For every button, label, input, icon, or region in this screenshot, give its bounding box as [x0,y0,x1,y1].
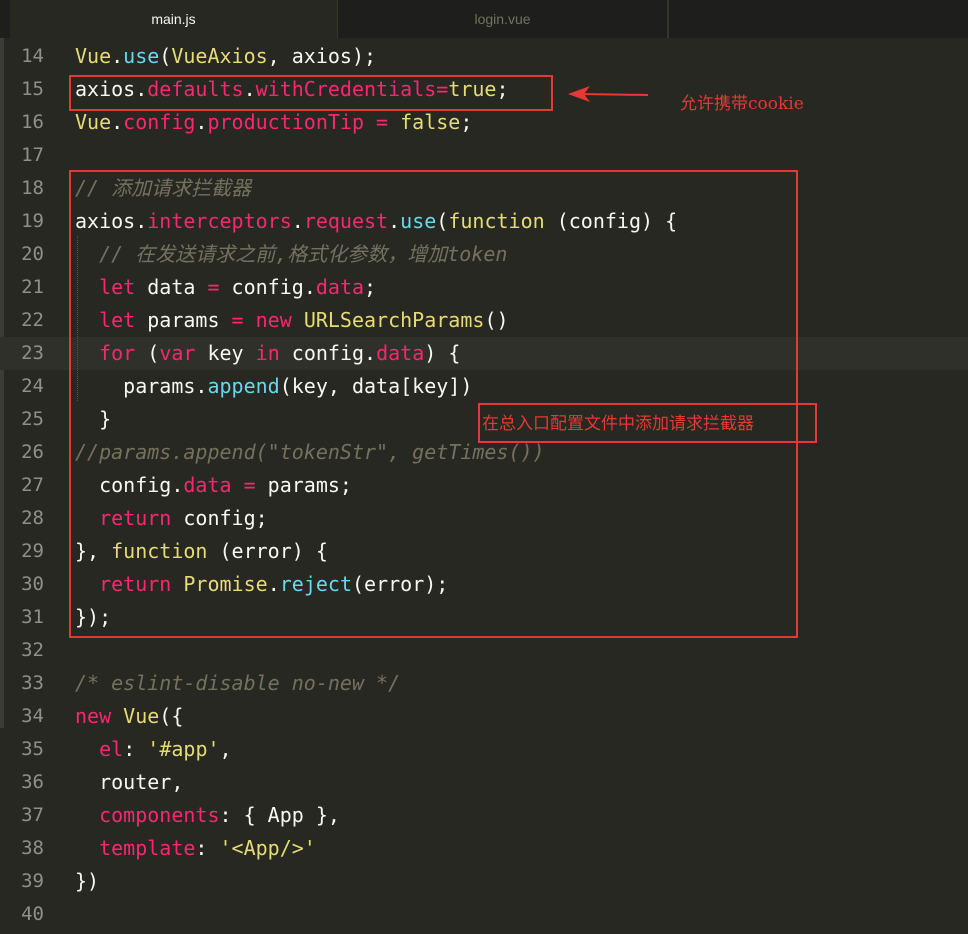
code-text: template: '<App/>' [75,832,316,865]
code-token: , axios); [267,44,377,68]
line-number: 14 [21,45,44,67]
code-token: . [195,110,208,134]
code-text: components: { App }, [75,799,340,832]
tab-bar: main.js login.vue [0,0,968,38]
line-number: 30 [21,573,44,595]
code-token: . [111,110,124,134]
code-line[interactable]: 35 el: '#app', [0,733,968,766]
code-token: . [111,44,124,68]
code-token: Vue [75,110,112,134]
code-line[interactable]: 34 new Vue({ [0,700,968,733]
code-token: router, [75,770,184,794]
tab-bar-empty-area [668,0,968,38]
code-token: el [99,737,124,761]
line-number: 17 [21,144,44,166]
line-number: 25 [21,408,44,430]
code-line[interactable]: 37 components: { App }, [0,799,968,832]
line-number: 37 [21,804,44,826]
code-token: config [123,110,196,134]
code-token: = [364,110,401,134]
code-token: '#app' [147,737,220,761]
line-number: 38 [21,837,44,859]
code-token: components [99,803,220,827]
code-token: , [219,737,232,761]
line-number: 24 [21,375,44,397]
code-text: /* eslint-disable no-new */ [75,667,400,700]
code-line[interactable]: 39}) [0,865,968,898]
code-token: }) [75,869,100,893]
line-number: 21 [21,276,44,298]
line-number: 33 [21,672,44,694]
line-number: 20 [21,243,44,265]
line-number: 27 [21,474,44,496]
code-token: /* eslint-disable no-new */ [75,671,401,695]
tab-login-vue[interactable]: login.vue [338,0,668,38]
line-number: 35 [21,738,44,760]
code-line[interactable]: 17 [0,139,968,172]
line-number: 31 [21,606,44,628]
code-token: Vue [75,44,112,68]
line-number: 16 [21,111,44,133]
code-token: new [75,704,112,728]
code-token: : [123,737,148,761]
code-token: : [195,836,220,860]
tab-main-js[interactable]: main.js [10,0,338,38]
interceptor-note: 在总入口配置文件中添加请求拦截器 [482,414,754,434]
code-token: use [123,44,160,68]
code-token: false [400,110,461,134]
code-token: Vue [123,704,160,728]
code-text: el: '#app', [75,733,232,766]
line-number: 28 [21,507,44,529]
line-number: 19 [21,210,44,232]
line-number: 32 [21,639,44,661]
code-text: router, [75,766,183,799]
code-line[interactable]: 14 Vue.use(VueAxios, axios); [0,40,968,73]
line-number: 22 [21,309,44,331]
line-number: 39 [21,870,44,892]
line-number: 15 [21,78,44,100]
code-token: ({ [159,704,184,728]
code-line[interactable]: 32 [0,634,968,667]
credentials-note: 允许携带cookie [680,94,804,114]
code-token: ; [460,110,473,134]
line-number: 34 [21,705,44,727]
arrow-icon [568,86,649,102]
line-number: 29 [21,540,44,562]
line-number: 40 [21,903,44,925]
code-token: : { App }, [219,803,340,827]
code-text: }) [75,865,99,898]
line-number: 23 [21,342,44,364]
code-token: template [99,836,196,860]
line-number: 36 [21,771,44,793]
code-text: new Vue({ [75,700,183,733]
code-token: ( [159,44,172,68]
code-token: productionTip [207,110,365,134]
code-line[interactable]: 40 [0,898,968,931]
code-line[interactable]: 38 template: '<App/>' [0,832,968,865]
credentials-highlight-box [69,75,553,111]
code-text: Vue.use(VueAxios, axios); [75,40,376,73]
code-token: VueAxios [171,44,268,68]
code-line[interactable]: 36 router, [0,766,968,799]
line-number: 18 [21,177,44,199]
code-token: '<App/>' [219,836,316,860]
line-number: 26 [21,441,44,463]
code-line[interactable]: 33 /* eslint-disable no-new */ [0,667,968,700]
